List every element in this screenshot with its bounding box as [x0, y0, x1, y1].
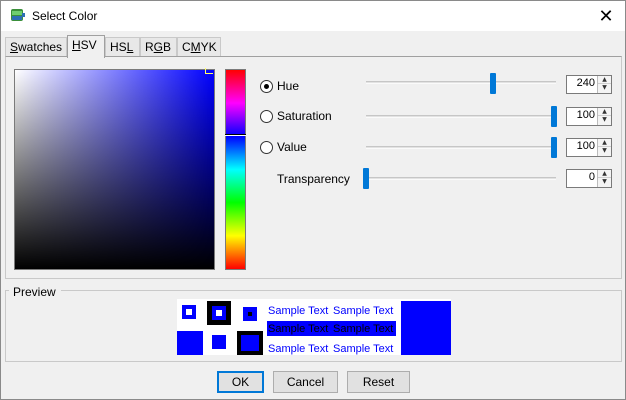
sample-text-2: Sample Text [333, 305, 394, 317]
spin-up-icon[interactable]: ▲ [598, 108, 611, 116]
value-slider-thumb[interactable] [551, 137, 557, 158]
java-cup-icon [11, 9, 25, 21]
tab-hsv[interactable]: HSV [67, 35, 105, 58]
saturation-value-field[interactable] [14, 69, 215, 270]
cancel-button[interactable]: Cancel [273, 371, 338, 393]
preview-swatch-dot [243, 307, 257, 321]
sample-text-1: Sample Text [268, 305, 329, 317]
value-slider-track[interactable] [366, 146, 556, 149]
radio-hue-label: Hue [277, 79, 300, 93]
tab-mnemonic: L [126, 40, 134, 54]
preview-swatch-fill [177, 331, 203, 355]
preview-swatch-outlined [237, 331, 263, 355]
hue-slider-thumb[interactable] [490, 73, 496, 94]
reset-button[interactable]: Reset [347, 371, 410, 393]
hue-strip[interactable] [225, 69, 246, 270]
transparency-slider-thumb[interactable] [363, 168, 369, 189]
tab-mnemonic: H [72, 38, 81, 52]
select-color-dialog: Select Color ✕ Swatches HSV HSL RGB CMYK… [0, 0, 626, 400]
transparency-slider-track[interactable] [366, 177, 556, 180]
hue-strip-marker[interactable] [225, 134, 246, 136]
sample-text-4: Sample Text [333, 323, 394, 335]
spin-down-icon[interactable]: ▼ [598, 178, 611, 186]
close-icon: ✕ [598, 5, 614, 27]
spin-down-icon[interactable]: ▼ [598, 116, 611, 124]
ok-button[interactable]: OK [217, 371, 264, 393]
preview-swatch-small [182, 305, 196, 319]
saturation-value[interactable]: 100 [577, 109, 595, 121]
title-bar: Select Color ✕ [1, 1, 625, 31]
sample-text-5: Sample Text [268, 343, 329, 355]
radio-saturation-label: Saturation [277, 109, 332, 123]
spin-up-icon[interactable]: ▲ [598, 76, 611, 84]
sample-text-3: Sample Text [268, 323, 329, 335]
value-spinner[interactable]: 100 ▲ ▼ [566, 138, 612, 157]
transparency-spin-buttons: ▲ ▼ [597, 170, 611, 187]
hue-spin-buttons: ▲ ▼ [597, 76, 611, 93]
radio-hue-button[interactable] [260, 79, 273, 93]
saturation-slider-track[interactable] [366, 115, 556, 118]
tab-swatches[interactable]: Swatches [5, 37, 67, 57]
radio-value[interactable]: Value [260, 138, 307, 156]
tab-mnemonic: S [10, 40, 19, 54]
preview-label: Preview [11, 285, 58, 299]
close-button[interactable]: ✕ [587, 1, 625, 31]
preview-color-swatch [401, 301, 451, 355]
saturation-slider-thumb[interactable] [551, 106, 557, 127]
tab-rgb[interactable]: RGB [140, 37, 177, 57]
radio-saturation[interactable]: Saturation [260, 107, 332, 125]
hue-value[interactable]: 240 [577, 77, 595, 89]
value-value[interactable]: 100 [577, 140, 595, 152]
radio-value-label: Value [277, 140, 307, 154]
tab-cmyk[interactable]: CMYK [177, 37, 221, 57]
window-title: Select Color [32, 9, 98, 23]
transparency-spinner[interactable]: 0 ▲ ▼ [566, 169, 612, 188]
tab-hsl[interactable]: HSL [105, 37, 140, 57]
radio-value-button[interactable] [260, 140, 273, 154]
hue-slider-track[interactable] [366, 81, 556, 84]
spin-up-icon[interactable]: ▲ [598, 139, 611, 147]
transparency-value[interactable]: 0 [589, 171, 595, 183]
tab-mnemonic: M [190, 40, 201, 54]
spin-down-icon[interactable]: ▼ [598, 84, 611, 92]
color-field-marker[interactable] [205, 68, 213, 74]
tab-mnemonic: G [153, 40, 164, 54]
saturation-spinner[interactable]: 100 ▲ ▼ [566, 107, 612, 126]
hue-spinner[interactable]: 240 ▲ ▼ [566, 75, 612, 94]
radio-hue[interactable]: Hue [260, 77, 299, 95]
transparency-label: Transparency [277, 172, 350, 186]
radio-saturation-button[interactable] [260, 109, 273, 123]
saturation-spin-buttons: ▲ ▼ [597, 108, 611, 125]
spin-up-icon[interactable]: ▲ [598, 170, 611, 178]
preview-swatch-inner [212, 335, 226, 349]
preview-swatch-framed [207, 301, 231, 325]
sample-text-6: Sample Text [333, 343, 394, 355]
value-spin-buttons: ▲ ▼ [597, 139, 611, 156]
spin-down-icon[interactable]: ▼ [598, 147, 611, 155]
